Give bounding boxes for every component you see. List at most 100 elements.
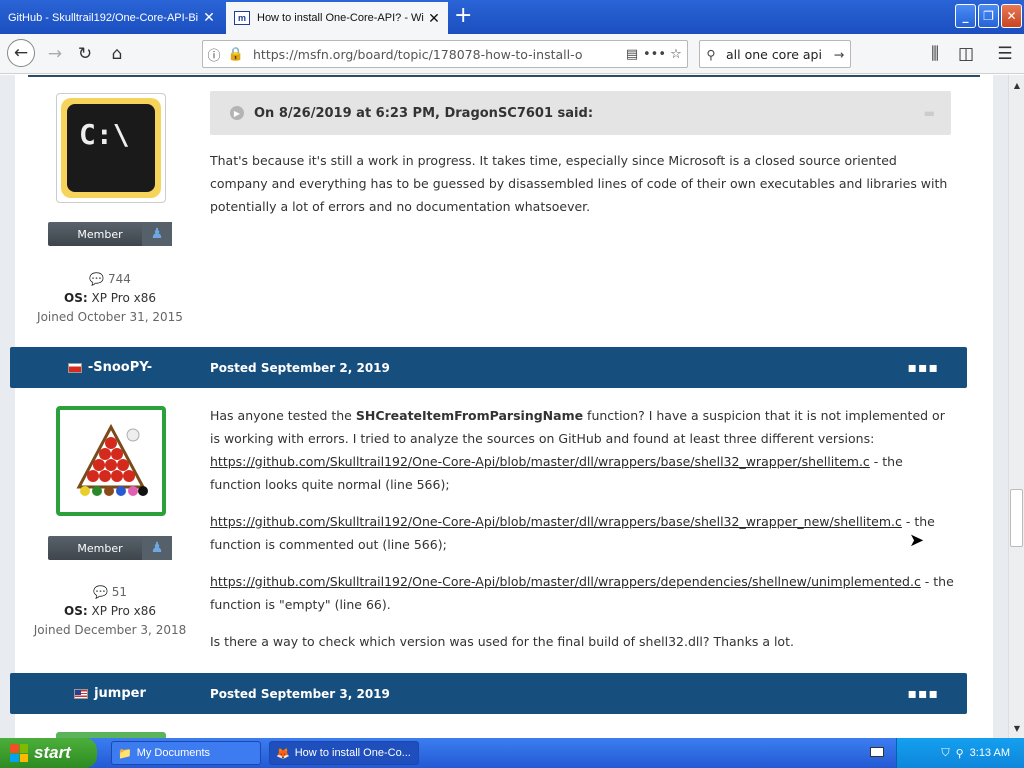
tab-msfn[interactable]: m How to install One-Core-API? - Wi ✕ [226, 2, 448, 34]
system-tray: ⛉ ⚲ 3:13 AM [896, 738, 1024, 768]
url-text[interactable]: https://msfn.org/board/topic/178078-how-… [253, 47, 621, 62]
function-name: SHCreateItemFromParsingName [355, 408, 584, 423]
browser-titlebar: GitHub - Skulltrail192/One-Core-API-Bi ✕… [0, 0, 1024, 34]
divider [28, 75, 980, 77]
post-body: That's because it's still a work in prog… [210, 153, 948, 214]
taskbar-item-firefox[interactable]: 🦊 How to install One-Co... [269, 741, 419, 765]
tab-close-icon[interactable]: ✕ [201, 9, 217, 26]
firefox-icon: 🦊 [276, 747, 290, 760]
post-options-icon[interactable]: ▪▪▪ [908, 686, 939, 702]
reader-view-icon[interactable]: ▤ [621, 47, 643, 62]
post-body: https://github.com/Skulltrail192/One-Cor… [210, 570, 955, 616]
github-link[interactable]: https://github.com/Skulltrail192/One-Cor… [210, 574, 921, 589]
github-link[interactable]: https://github.com/Skulltrail192/One-Cor… [210, 514, 902, 529]
sidebar-icon[interactable]: ◫ [953, 41, 979, 67]
quote-link-icon[interactable]: ▬ [924, 106, 935, 120]
bookmark-star-icon[interactable]: ☆ [665, 47, 687, 62]
taskbar-item-label: My Documents [136, 747, 211, 759]
search-box[interactable]: ⚲ all one core api → [699, 40, 851, 68]
search-go-icon[interactable]: → [828, 47, 850, 62]
snooker-balls-icon [76, 423, 148, 496]
new-tab-icon[interactable]: + [454, 3, 472, 28]
author-name[interactable]: -SnooPY- [88, 360, 152, 375]
github-link[interactable]: https://github.com/Skulltrail192/One-Cor… [210, 454, 870, 469]
post-header: jumper Posted September 3, 2019 ▪▪▪ [10, 673, 967, 714]
home-icon[interactable]: ⌂ [104, 41, 130, 67]
page-scrollbar[interactable]: ▲ ▼ [1008, 75, 1024, 738]
post-options-icon[interactable]: ▪▪▪ [908, 360, 939, 376]
quote-header: ▶ On 8/26/2019 at 6:23 PM, DragonSC7601 … [210, 91, 951, 135]
joined-date: Joined October 31, 2015 [37, 310, 183, 324]
avatar[interactable]: C:\ [56, 93, 166, 203]
tab-title: GitHub - Skulltrail192/One-Core-API-Bi [8, 11, 199, 24]
network-icon[interactable]: ⚲ [956, 747, 964, 760]
avatar[interactable] [56, 406, 166, 516]
post-header: -SnooPY- Posted September 2, 2019 ▪▪▪ [10, 347, 967, 388]
lock-icon: 🔒 [227, 46, 245, 62]
author-meta: 💬 51 OS: XP Pro x86 Joined December 3, 2… [28, 583, 192, 640]
post-count: 51 [111, 585, 128, 599]
forward-icon[interactable]: → [42, 41, 68, 67]
post-body: https://github.com/Skulltrail192/One-Cor… [210, 510, 955, 556]
quote-arrow-icon[interactable]: ▶ [230, 106, 244, 120]
search-icon: ⚲ [706, 46, 716, 62]
tab-title: How to install One-Core-API? - Wi [257, 12, 424, 24]
comment-icon: 💬 [92, 585, 108, 599]
usa-flag-icon [74, 688, 89, 699]
reload-icon[interactable]: ↻ [72, 41, 98, 67]
scroll-up-icon[interactable]: ▲ [1009, 77, 1024, 93]
os-value: XP Pro x86 [91, 291, 156, 305]
os-label: OS: [64, 604, 88, 618]
address-bar[interactable]: ⓘ 🔒 https://msfn.org/board/topic/178078-… [202, 40, 688, 68]
folder-icon: 📁 [118, 747, 132, 760]
os-value: XP Pro x86 [91, 604, 156, 618]
info-icon[interactable]: ⓘ [203, 45, 225, 64]
rank-badge: Member ♟ [48, 536, 172, 560]
windows-logo-icon [10, 744, 28, 762]
msfn-favicon-icon: m [234, 11, 250, 25]
pawn-icon: ♟ [142, 222, 172, 246]
author-name[interactable]: jumper [94, 686, 146, 701]
comment-icon: 💬 [89, 272, 105, 286]
library-icon[interactable]: ⫼ [922, 41, 948, 67]
os-label: OS: [64, 291, 88, 305]
start-button[interactable]: start [0, 738, 97, 768]
maximize-icon[interactable]: ❐ [978, 4, 999, 28]
search-input[interactable]: all one core api [726, 47, 828, 62]
taskbar-item-label: How to install One-Co... [294, 747, 411, 759]
tab-github[interactable]: GitHub - Skulltrail192/One-Core-API-Bi ✕ [0, 2, 223, 33]
tab-close-icon[interactable]: ✕ [426, 10, 442, 27]
close-window-icon[interactable]: ✕ [1001, 4, 1022, 28]
scroll-thumb[interactable] [1010, 489, 1023, 547]
body-text: Has anyone tested the [210, 408, 356, 423]
clock[interactable]: 3:13 AM [970, 747, 1010, 759]
post-date[interactable]: Posted September 2, 2019 [210, 361, 390, 375]
menu-icon[interactable]: ☰ [992, 41, 1018, 67]
post-date[interactable]: Posted September 3, 2019 [210, 687, 390, 701]
mouse-cursor-icon: ➤ [909, 530, 925, 551]
security-shield-icon[interactable]: ⛉ [941, 747, 949, 760]
windows-taskbar: start 📁 My Documents 🦊 How to install On… [0, 738, 1024, 768]
post-body: Is there a way to check which version wa… [210, 634, 794, 649]
web-page: C:\ Member ♟ 💬 744 OS: XP Pro x86 Joined… [0, 75, 1008, 738]
rank-label: Member [77, 541, 123, 555]
navigation-toolbar: ← → ↻ ⌂ ⓘ 🔒 https://msfn.org/board/topic… [0, 34, 1024, 74]
rank-badge: Member ♟ [48, 222, 172, 246]
russia-flag-icon [67, 362, 82, 373]
avatar-text: C:\ [67, 104, 155, 192]
rank-label: Member [77, 227, 123, 241]
keyboard-icon[interactable] [870, 747, 884, 757]
post-count: 744 [107, 272, 131, 286]
post-body: Has anyone tested the SHCreateItemFromPa… [210, 404, 955, 496]
pawn-icon: ♟ [142, 536, 172, 560]
window-controls: _ ❐ ✕ [955, 4, 1022, 28]
joined-date: Joined December 3, 2018 [33, 623, 187, 637]
page-actions-icon[interactable]: ••• [643, 47, 666, 62]
scroll-down-icon[interactable]: ▼ [1009, 720, 1024, 736]
quote-citation: On 8/26/2019 at 6:23 PM, DragonSC7601 sa… [254, 105, 594, 121]
start-label: start [34, 743, 71, 762]
taskbar-item-my-documents[interactable]: 📁 My Documents [111, 741, 261, 765]
minimize-icon[interactable]: _ [955, 4, 976, 28]
author-meta: 💬 744 OS: XP Pro x86 Joined October 31, … [28, 270, 192, 327]
back-icon[interactable]: ← [7, 39, 35, 67]
